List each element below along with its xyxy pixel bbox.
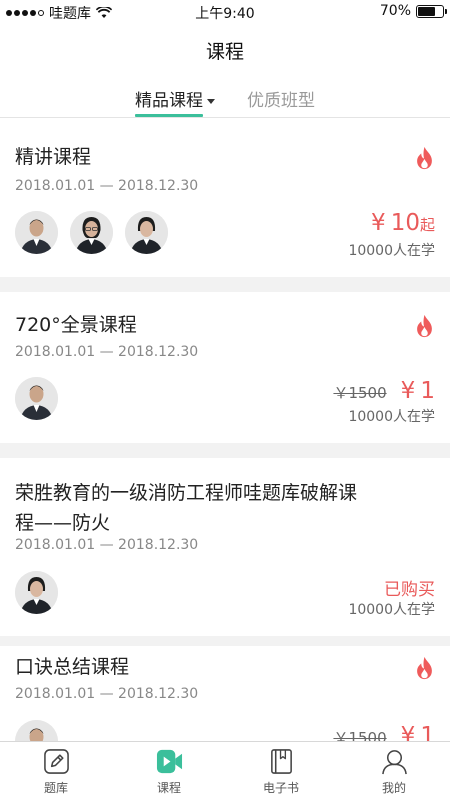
battery-level [418,6,435,16]
tab-label: 电子书 [262,781,299,795]
course-price: ￥1500 ¥ 1 [333,378,435,404]
course-date: 2018.01.01 — 2018.12.30 [15,344,199,360]
price-symbol: ¥ [400,723,416,741]
fire-icon [417,656,432,680]
course-price: ¥ 10起 [371,210,435,236]
battery-icon [416,4,447,18]
page-title: 课程 [205,41,244,63]
pencil-icon [43,749,69,774]
status-right: 70% [379,3,447,19]
tab-quality-classes[interactable]: 优质班型 [247,86,315,111]
course-card[interactable]: 荣胜教育的一级消防工程师哇题库破解课 程——防火 2018.01.01 — 201… [0,458,450,636]
course-card[interactable]: 口诀总结课程 2018.01.01 — 2018.12.30 ￥1500 ¥ 1 [0,646,450,741]
avatar [15,377,58,420]
active-tab-indicator [135,114,203,117]
original-price: ￥1500 [333,384,387,402]
avatar [125,211,168,254]
course-card[interactable]: 720°全景课程 2018.01.01 — 2018.12.30 ￥1500 ¥… [0,292,450,443]
course-title: 精讲课程 [15,146,92,168]
nav-bar: 课程 [0,24,450,76]
caret-down-icon [207,98,215,104]
avatar [15,211,58,254]
avatar [15,571,58,614]
price-suffix: 起 [419,216,435,234]
teacher-avatars [15,211,168,254]
course-title-line: 荣胜教育的一级消防工程师哇题库破解课 [15,482,358,504]
course-title-line: 程——防火 [15,512,111,534]
course-title: 荣胜教育的一级消防工程师哇题库破解课 程——防火 [15,478,357,538]
price-symbol: ¥ [400,378,416,404]
user-icon [381,750,407,775]
course-date: 2018.01.01 — 2018.12.30 [15,178,199,194]
teacher-avatars [15,720,58,741]
course-date: 2018.01.01 — 2018.12.30 [15,537,199,553]
price-symbol: ¥ [370,210,386,236]
tab-ebooks[interactable]: 电子书 [241,748,321,796]
purchased-status: 已购买 [384,580,435,600]
tab-label: 精品课程 [135,91,203,111]
price-value: 10 [390,210,420,236]
course-date: 2018.01.01 — 2018.12.30 [15,686,199,702]
tab-label: 课程 [156,781,181,795]
fire-icon [417,146,432,170]
teacher-avatars [15,571,58,614]
price-value: 1 [420,723,435,741]
price-now: ¥ 10起 [371,210,435,236]
tab-label: 我的 [381,781,406,795]
avatar [15,720,58,741]
course-card[interactable]: 精讲课程 2018.01.01 — 2018.12.30 ¥ 10起 10000… [0,118,450,277]
price-now: ¥ 1 [401,378,435,404]
status-bar: 哇题库 上午9:40 70% [0,0,450,24]
course-price: ￥1500 ¥ 1 [333,723,435,741]
learner-count: 10000人在学 [348,409,435,425]
tab-mine[interactable]: 我的 [354,748,434,796]
price-value: 1 [420,378,435,404]
bottom-tab-bar: 题库 课程 电子书 我的 [0,741,450,800]
tab-premium-courses[interactable]: 精品课程 [135,86,215,111]
original-price: ￥1500 [333,729,387,741]
learner-count: 10000人在学 [348,602,435,618]
course-tabs: 精品课程 优质班型 [0,76,450,118]
tab-question-bank[interactable]: 题库 [16,748,96,796]
tab-label: 题库 [43,781,68,795]
tab-courses[interactable]: 课程 [129,748,209,796]
course-title: 口诀总结课程 [15,656,130,678]
course-title: 720°全景课程 [15,314,137,336]
fire-icon [417,314,432,338]
teacher-avatars [15,377,58,420]
battery-percent: 70% [379,3,411,19]
tab-label: 优质班型 [247,91,315,111]
book-icon [270,749,292,774]
avatar [70,211,113,254]
learner-count: 10000人在学 [348,243,435,259]
price-now: ¥ 1 [401,723,435,741]
video-icon [156,749,182,774]
